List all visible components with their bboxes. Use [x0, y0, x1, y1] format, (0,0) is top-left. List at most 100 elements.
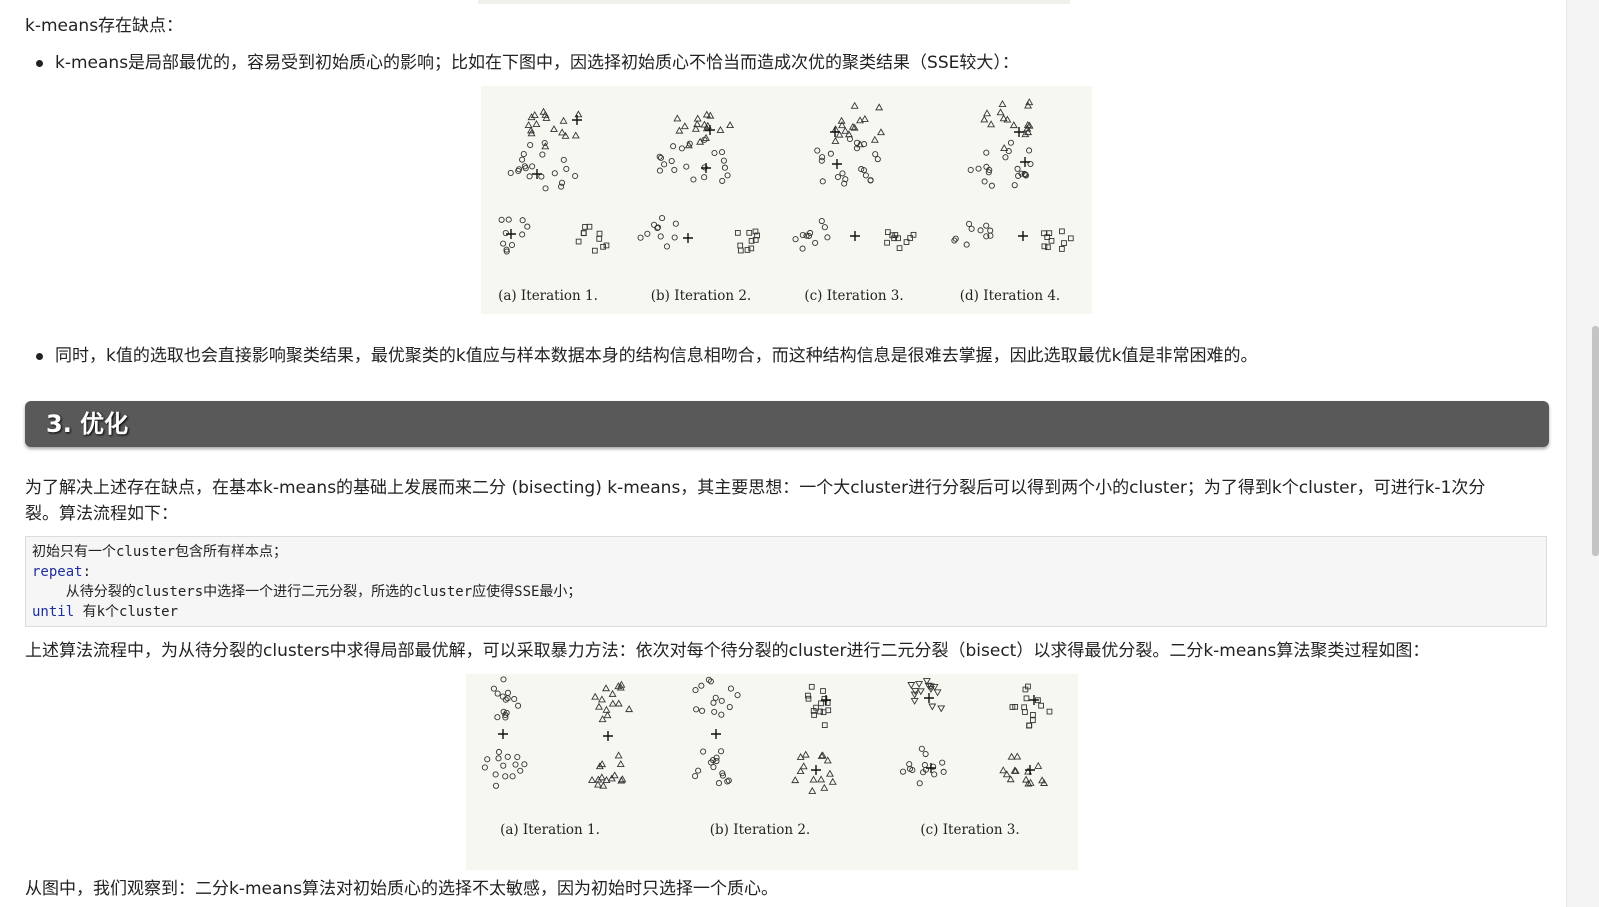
circle-marker	[839, 170, 846, 177]
triangle-marker	[844, 130, 853, 138]
circle-marker	[495, 755, 502, 762]
circle-marker	[539, 151, 546, 158]
bullet-text-1: k-means是局部最优的，容易受到初始质心的影响；比如在下图中，因选择初始质心…	[55, 53, 1019, 73]
triangle-marker	[1034, 761, 1043, 769]
circle-marker	[724, 778, 731, 785]
square-marker	[581, 230, 587, 237]
circle-marker	[560, 156, 567, 163]
circle-marker	[812, 239, 819, 246]
circle-marker	[538, 173, 545, 180]
circle-marker	[481, 764, 488, 771]
square-marker	[825, 707, 832, 714]
circle-marker	[799, 245, 806, 252]
paragraph-line-1: 为了解决上述存在缺点，在基本k-means的基础上发展而来二分 (bisecti…	[25, 478, 1486, 498]
circle-marker	[824, 234, 831, 241]
square-marker	[580, 230, 587, 236]
triangle-marker	[716, 125, 725, 133]
circle-marker	[507, 169, 514, 176]
triangle-marker	[850, 101, 859, 109]
circle-marker	[727, 685, 734, 692]
triangle-marker	[591, 692, 600, 700]
circle-marker	[827, 150, 834, 157]
intro-line: k-means存在缺点：	[25, 16, 184, 36]
circle-marker	[983, 149, 990, 156]
circle-marker	[519, 231, 526, 238]
circle-marker	[524, 223, 531, 230]
circle-marker	[700, 748, 707, 755]
circle-marker	[792, 236, 799, 243]
scrollbar-thumb[interactable]	[1592, 326, 1599, 556]
code-until-rest: 有k个cluster	[74, 604, 179, 620]
triangle-marker	[693, 114, 702, 122]
triangle-marker	[574, 110, 583, 118]
square-marker	[575, 238, 582, 245]
circle-marker	[981, 178, 988, 185]
circle-marker	[721, 164, 728, 171]
triangle-marker	[933, 689, 942, 697]
triangle-marker	[680, 122, 689, 130]
circle-marker	[713, 757, 720, 765]
code-line-2: repeat:	[32, 562, 1540, 582]
triangle-marker	[603, 711, 612, 719]
circle-marker	[718, 697, 725, 704]
circle-marker	[720, 157, 727, 164]
circle-marker	[504, 689, 512, 696]
circle-marker	[711, 149, 718, 157]
centroid-marker	[603, 731, 613, 741]
circle-marker	[505, 216, 512, 223]
circle-marker	[861, 141, 868, 148]
triangle-marker	[616, 760, 625, 768]
kmeans-iterations-figure: (a) Iteration 1. (b) Iteration 2. (c) Iter…	[481, 86, 1092, 314]
code-keyword-repeat: repeat	[32, 564, 83, 580]
circle-marker	[492, 782, 500, 789]
circle-marker	[529, 163, 536, 170]
circle-marker	[701, 174, 708, 181]
circle-marker	[495, 748, 503, 756]
circle-marker	[494, 690, 501, 697]
code-line-1: 初始只有一个cluster包含所有样本点；	[32, 544, 288, 560]
circle-marker	[977, 227, 984, 234]
circle-marker	[494, 714, 501, 721]
circle-marker	[983, 222, 990, 229]
triangle-marker	[860, 114, 869, 122]
circle-marker	[799, 232, 806, 239]
circle-marker	[916, 780, 923, 787]
square-marker	[820, 688, 826, 694]
triangle-marker	[801, 750, 810, 758]
square-marker	[1022, 709, 1028, 715]
centroid-marker	[506, 229, 516, 239]
circle-marker	[671, 234, 678, 241]
circle-marker	[502, 230, 509, 237]
circle-marker	[500, 240, 507, 247]
triangle-marker	[608, 699, 617, 707]
circle-marker	[724, 172, 731, 179]
triangle-marker	[825, 769, 834, 777]
figure1-caption: (d) Iteration 4.	[960, 288, 1060, 304]
triangle-marker	[809, 775, 818, 783]
circle-marker	[963, 241, 970, 248]
circle-marker	[862, 172, 869, 179]
figure1-caption: (c) Iteration 3.	[804, 288, 903, 304]
circle-marker	[719, 177, 726, 184]
triangle-marker	[916, 688, 925, 696]
circle-marker	[551, 170, 558, 177]
code-keyword-until: until	[32, 604, 75, 620]
centroid-marker	[683, 233, 693, 243]
triangle-marker	[996, 108, 1005, 116]
triangle-marker	[571, 131, 580, 139]
circle-marker	[710, 699, 717, 706]
triangle-marker	[726, 121, 735, 129]
triangle-marker	[998, 100, 1007, 107]
triangle-marker	[608, 689, 617, 697]
triangle-marker	[1007, 752, 1016, 760]
square-marker	[603, 242, 610, 249]
triangle-marker	[1009, 121, 1018, 129]
triangle-marker	[614, 751, 623, 759]
circle-marker	[670, 143, 677, 150]
circle-marker	[500, 676, 507, 683]
circle-marker	[484, 756, 491, 763]
bisecting-kmeans-figure: (a) Iteration 1. (b) Iteration 2. (c) Iter…	[466, 674, 1078, 870]
square-marker	[1059, 246, 1065, 252]
circle-marker	[1011, 182, 1018, 189]
square-marker	[737, 242, 744, 249]
